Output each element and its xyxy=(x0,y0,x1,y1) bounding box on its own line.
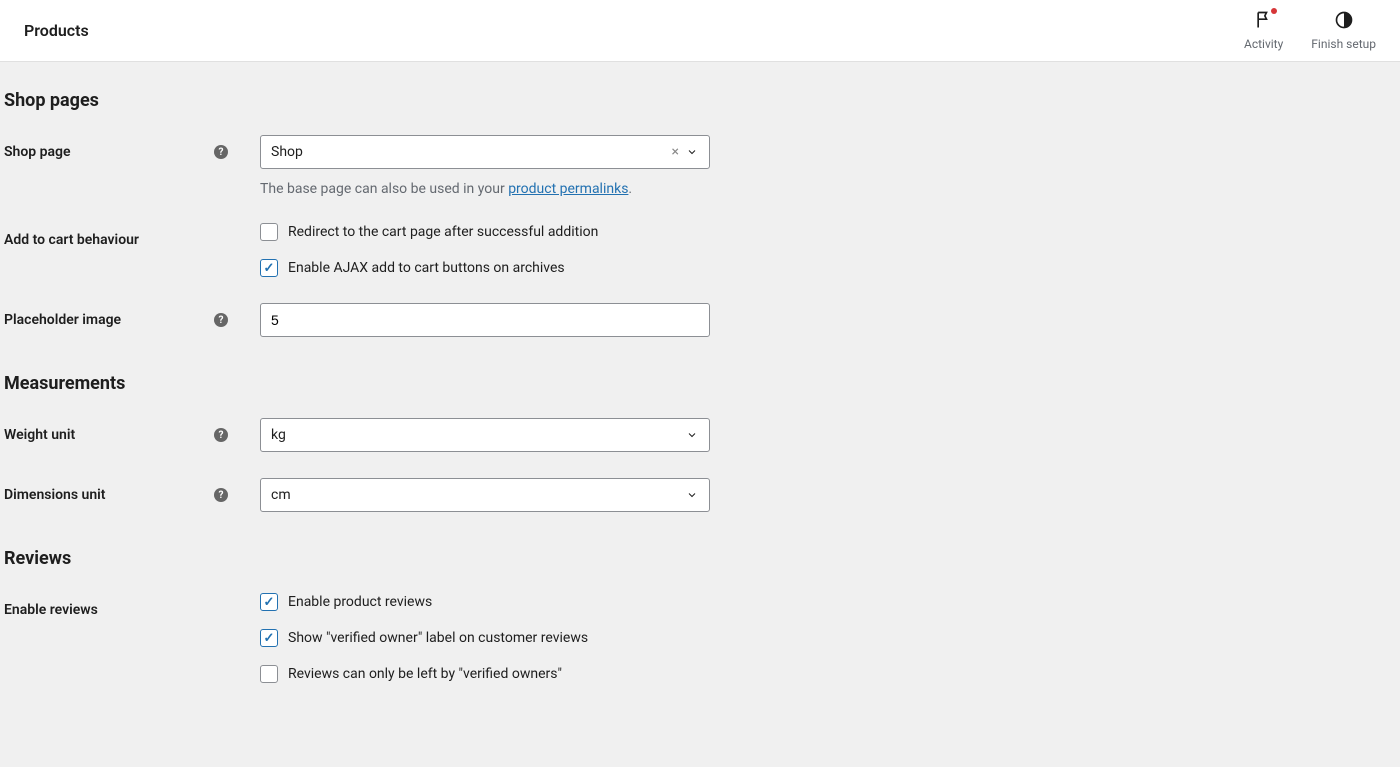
label-dimensions-unit: Dimensions unit xyxy=(4,487,214,503)
help-icon[interactable]: ? xyxy=(214,145,228,159)
product-permalinks-link[interactable]: product permalinks xyxy=(508,181,628,197)
checkbox-verified-label: Show "verified owner" label on customer … xyxy=(260,629,710,647)
topbar-actions: Activity Finish setup xyxy=(1244,10,1376,51)
finish-setup-button[interactable]: Finish setup xyxy=(1311,10,1376,51)
page-title: Products xyxy=(24,21,89,40)
chevron-down-icon xyxy=(685,488,699,502)
activity-label: Activity xyxy=(1244,37,1283,51)
checkbox-label-redirect: Redirect to the cart page after successf… xyxy=(288,224,598,240)
label-add-to-cart: Add to cart behaviour xyxy=(4,232,236,248)
checkbox-label-ajax: Enable AJAX add to cart buttons on archi… xyxy=(288,260,565,276)
checkbox-input-enable-reviews[interactable] xyxy=(260,593,278,611)
dimensions-unit-value: cm xyxy=(271,487,685,503)
shop-page-value: Shop xyxy=(271,144,672,160)
section-heading-reviews: Reviews xyxy=(4,548,1400,569)
checkbox-enable-reviews: Enable product reviews xyxy=(260,593,710,611)
close-icon[interactable]: × xyxy=(672,144,679,160)
placeholder-image-input-wrap xyxy=(260,303,710,337)
checkbox-input-verified-label[interactable] xyxy=(260,629,278,647)
section-measurements: Measurements Weight unit ? kg Dimensions… xyxy=(4,373,1400,512)
weight-unit-select[interactable]: kg xyxy=(260,418,710,452)
topbar: Products Activity Finish setup xyxy=(0,0,1400,62)
help-icon[interactable]: ? xyxy=(214,428,228,442)
section-heading-measurements: Measurements xyxy=(4,373,1400,394)
checkbox-label-verified-only: Reviews can only be left by "verified ow… xyxy=(288,666,562,682)
label-weight-unit: Weight unit xyxy=(4,427,214,443)
row-placeholder-image: Placeholder image ? xyxy=(4,303,1400,337)
chevron-down-icon xyxy=(685,145,699,159)
label-shop-page: Shop page xyxy=(4,144,214,160)
shop-page-select[interactable]: Shop × xyxy=(260,135,710,169)
shop-page-helper: The base page can also be used in your p… xyxy=(260,181,710,197)
flag-icon xyxy=(1254,10,1274,33)
checkbox-label-verified-label: Show "verified owner" label on customer … xyxy=(288,630,588,646)
checkbox-redirect-cart: Redirect to the cart page after successf… xyxy=(260,223,710,241)
row-weight-unit: Weight unit ? kg xyxy=(4,418,1400,452)
checkbox-verified-only: Reviews can only be left by "verified ow… xyxy=(260,665,710,683)
section-reviews: Reviews Enable reviews Enable product re… xyxy=(4,548,1400,683)
helper-suffix: . xyxy=(628,181,632,197)
chevron-down-icon xyxy=(685,428,699,442)
weight-unit-value: kg xyxy=(271,427,685,443)
placeholder-image-input[interactable] xyxy=(271,312,699,328)
row-enable-reviews: Enable reviews Enable product reviews Sh… xyxy=(4,593,1400,683)
checkbox-ajax-cart: Enable AJAX add to cart buttons on archi… xyxy=(260,259,710,277)
checkbox-input-ajax[interactable] xyxy=(260,259,278,277)
row-shop-page: Shop page ? Shop × The base page can als… xyxy=(4,135,1400,197)
activity-button[interactable]: Activity xyxy=(1244,10,1283,51)
checkbox-input-redirect[interactable] xyxy=(260,223,278,241)
row-dimensions-unit: Dimensions unit ? cm xyxy=(4,478,1400,512)
help-icon[interactable]: ? xyxy=(214,488,228,502)
section-shop-pages: Shop pages Shop page ? Shop × The base p… xyxy=(4,90,1400,337)
settings-content: Shop pages Shop page ? Shop × The base p… xyxy=(0,62,1400,759)
label-placeholder-image: Placeholder image xyxy=(4,312,214,328)
dimensions-unit-select[interactable]: cm xyxy=(260,478,710,512)
row-add-to-cart: Add to cart behaviour Redirect to the ca… xyxy=(4,223,1400,277)
progress-circle-icon xyxy=(1334,10,1354,33)
notification-dot-icon xyxy=(1271,8,1277,14)
helper-prefix: The base page can also be used in your xyxy=(260,181,508,197)
label-enable-reviews: Enable reviews xyxy=(4,602,236,618)
checkbox-label-enable-reviews: Enable product reviews xyxy=(288,594,432,610)
finish-setup-label: Finish setup xyxy=(1311,37,1376,51)
section-heading-shop-pages: Shop pages xyxy=(4,90,1400,111)
checkbox-input-verified-only[interactable] xyxy=(260,665,278,683)
help-icon[interactable]: ? xyxy=(214,313,228,327)
